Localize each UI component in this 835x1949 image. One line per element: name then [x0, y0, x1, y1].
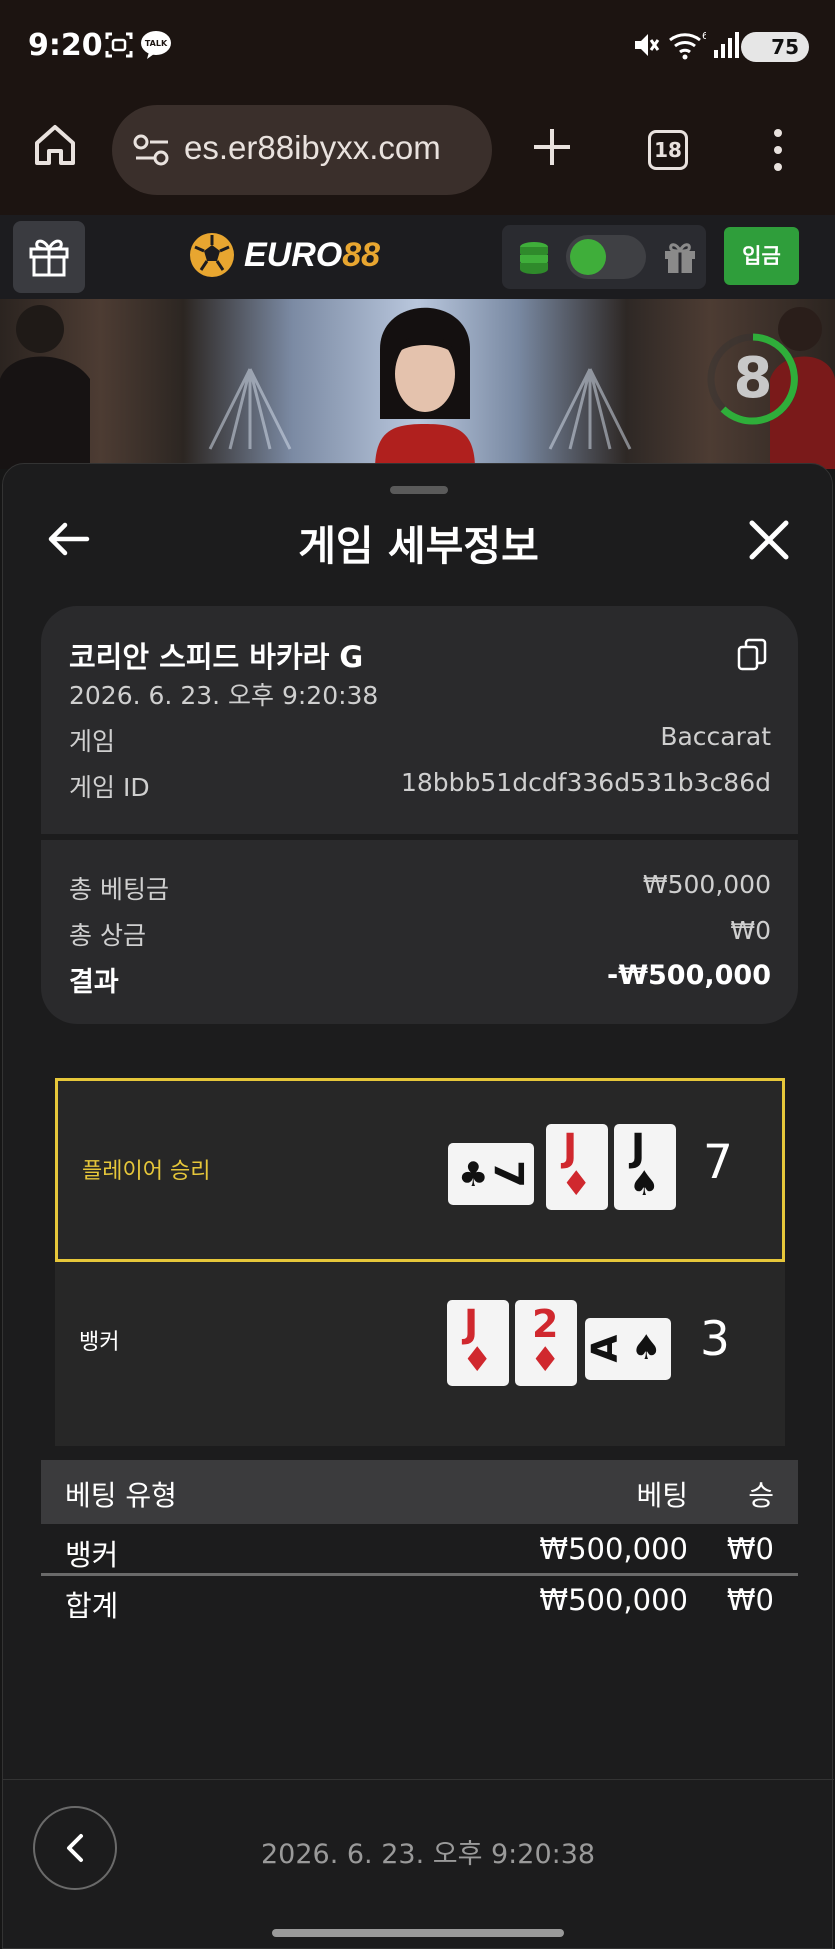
wifi-icon: 6 [669, 31, 706, 60]
total-win-value: ₩0 [730, 916, 771, 945]
player-card-1: ♣ 7 [448, 1143, 534, 1205]
table-total-row: 합계 ₩500,000 ₩0 [41, 1575, 798, 1625]
copy-icon[interactable] [737, 638, 767, 672]
banker-hand: 뱅커 J ♦ 2 ♦ A ♠ 3 [55, 1262, 785, 1446]
total-win-row: 총 상금 ₩0 [69, 916, 771, 952]
total-bet-value: ₩500,000 [642, 870, 771, 899]
chevron-left-icon [67, 1834, 83, 1862]
total-bet-label: 총 베팅금 [69, 875, 169, 904]
game-name: 코리안 스피드 바카라 G [69, 640, 364, 674]
info-divider [41, 834, 798, 840]
player-hand: 플레이어 승리 ♣ 7 J ♦ J ♠ 7 [55, 1078, 785, 1262]
row-bet-type: 뱅커 [65, 1538, 119, 1572]
countdown-number: 8 [733, 346, 773, 411]
mute-icon [635, 34, 660, 56]
screenshot-icon [105, 32, 133, 58]
player-card-2: J ♦ [546, 1124, 608, 1210]
tab-switcher-button[interactable]: 18 [648, 130, 688, 170]
banker-card-2-suit: ♦ [530, 1340, 561, 1380]
player-card-3: J ♠ [614, 1124, 676, 1210]
battery-icon: 75 [741, 32, 809, 62]
result-row: 결과 -₩500,000 [69, 960, 771, 999]
player-card-3-suit: ♠ [629, 1164, 660, 1204]
deposit-button[interactable]: 입금 [724, 227, 799, 285]
table-row: 뱅커 ₩500,000 ₩0 [41, 1524, 798, 1574]
game-datetime: 2026. 6. 23. 오후 9:20:38 [69, 681, 379, 710]
live-video-feed: 8 [0, 299, 835, 469]
banker-card-3-suit: ♠ [631, 1328, 662, 1368]
home-icon[interactable] [30, 120, 80, 170]
header-win: 승 [748, 1479, 774, 1512]
bonus-gift-icon[interactable] [662, 239, 698, 275]
row-bet-amount: ₩500,000 [539, 1532, 688, 1566]
battery-level: 75 [771, 35, 799, 59]
game-id-value: 18bbb51dcdf336d531b3c86d [400, 768, 771, 797]
total-win-amount: ₩0 [726, 1583, 774, 1617]
banker-card-3: A ♠ [584, 1318, 671, 1380]
banker-card-1-suit: ♦ [462, 1340, 493, 1380]
result-label: 결과 [69, 967, 119, 998]
header-bet: 베팅 [636, 1479, 688, 1512]
round-countdown: 8 [705, 331, 801, 427]
total-win-label: 총 상금 [69, 921, 146, 950]
header-bet-type: 베팅 유형 [65, 1479, 177, 1512]
logo-88-text: 88 [342, 235, 381, 274]
banker-score: 3 [700, 1312, 730, 1367]
talk-icon: TALK [141, 31, 171, 59]
close-icon[interactable] [748, 519, 790, 561]
talk-badge-text: TALK [145, 39, 168, 48]
game-label: 게임 [69, 727, 116, 756]
total-bet-row: 총 베팅금 ₩500,000 [69, 870, 771, 906]
status-bar: 9:20 TALK 6 75 [0, 0, 835, 95]
coins-icon [520, 242, 548, 274]
game-id-row: 게임 ID 18bbb51dcdf336d531b3c86d [69, 768, 771, 804]
more-menu-icon[interactable] [766, 125, 790, 175]
game-info-card: 코리안 스피드 바카라 G 2026. 6. 23. 오후 9:20:38 게임… [41, 606, 798, 1024]
player-hand-label: 플레이어 승리 [82, 1159, 211, 1184]
total-bet-amount: ₩500,000 [539, 1583, 688, 1617]
player-card-1-rank: 7 [484, 1160, 531, 1188]
banker-card-3-rank: A [584, 1334, 626, 1363]
player-card-2-suit: ♦ [561, 1164, 592, 1204]
dealer-image [375, 307, 475, 469]
balance-toggle-panel [502, 225, 706, 289]
sheet-title: 게임 세부정보 [298, 522, 539, 570]
sheet-drag-handle[interactable] [390, 486, 448, 494]
previous-game-button[interactable] [33, 1806, 117, 1890]
app-header: EURO88 입금 [0, 215, 835, 299]
toggle-knob [570, 239, 606, 275]
logo-euro-text: EURO [244, 235, 343, 274]
euro88-logo[interactable]: EURO88 [188, 227, 380, 283]
tab-count: 18 [654, 138, 682, 162]
banker-card-2: 2 ♦ [515, 1300, 577, 1386]
gesture-bar[interactable] [272, 1929, 564, 1937]
sheet-footer: 2026. 6. 23. 오후 9:20:38 [3, 1779, 834, 1949]
site-settings-icon[interactable] [132, 133, 172, 167]
game-details-sheet: 게임 세부정보 코리안 스피드 바카라 G 2026. 6. 23. 오후 9:… [2, 463, 834, 1949]
promotions-button[interactable] [13, 221, 85, 293]
banker-hand-label: 뱅커 [79, 1330, 120, 1355]
soccer-ball-icon [190, 233, 234, 277]
status-time: 9:20 [28, 28, 103, 63]
signal-icon [714, 32, 739, 58]
footer-datetime: 2026. 6. 23. 오후 9:20:38 [261, 1839, 596, 1870]
player-card-1-suit: ♣ [458, 1155, 489, 1195]
banker-card-1: J ♦ [447, 1300, 509, 1386]
player-score: 7 [703, 1135, 733, 1190]
game-row: 게임 Baccarat [69, 722, 771, 758]
gift-icon [29, 239, 69, 277]
game-value: Baccarat [660, 722, 771, 751]
bets-table-header: 베팅 유형 베팅 승 [41, 1460, 798, 1524]
new-tab-icon[interactable] [530, 125, 574, 169]
total-label: 합계 [65, 1589, 119, 1623]
game-id-label: 게임 ID [69, 773, 150, 802]
browser-toolbar: es.er88ibyxx.com 18 [0, 95, 835, 215]
balance-toggle[interactable] [566, 235, 646, 279]
result-value: -₩500,000 [607, 960, 771, 991]
address-bar[interactable]: es.er88ibyxx.com [112, 105, 492, 195]
url-text: es.er88ibyxx.com [184, 129, 441, 166]
svg-text:6: 6 [702, 31, 706, 42]
row-win-amount: ₩0 [726, 1532, 774, 1566]
